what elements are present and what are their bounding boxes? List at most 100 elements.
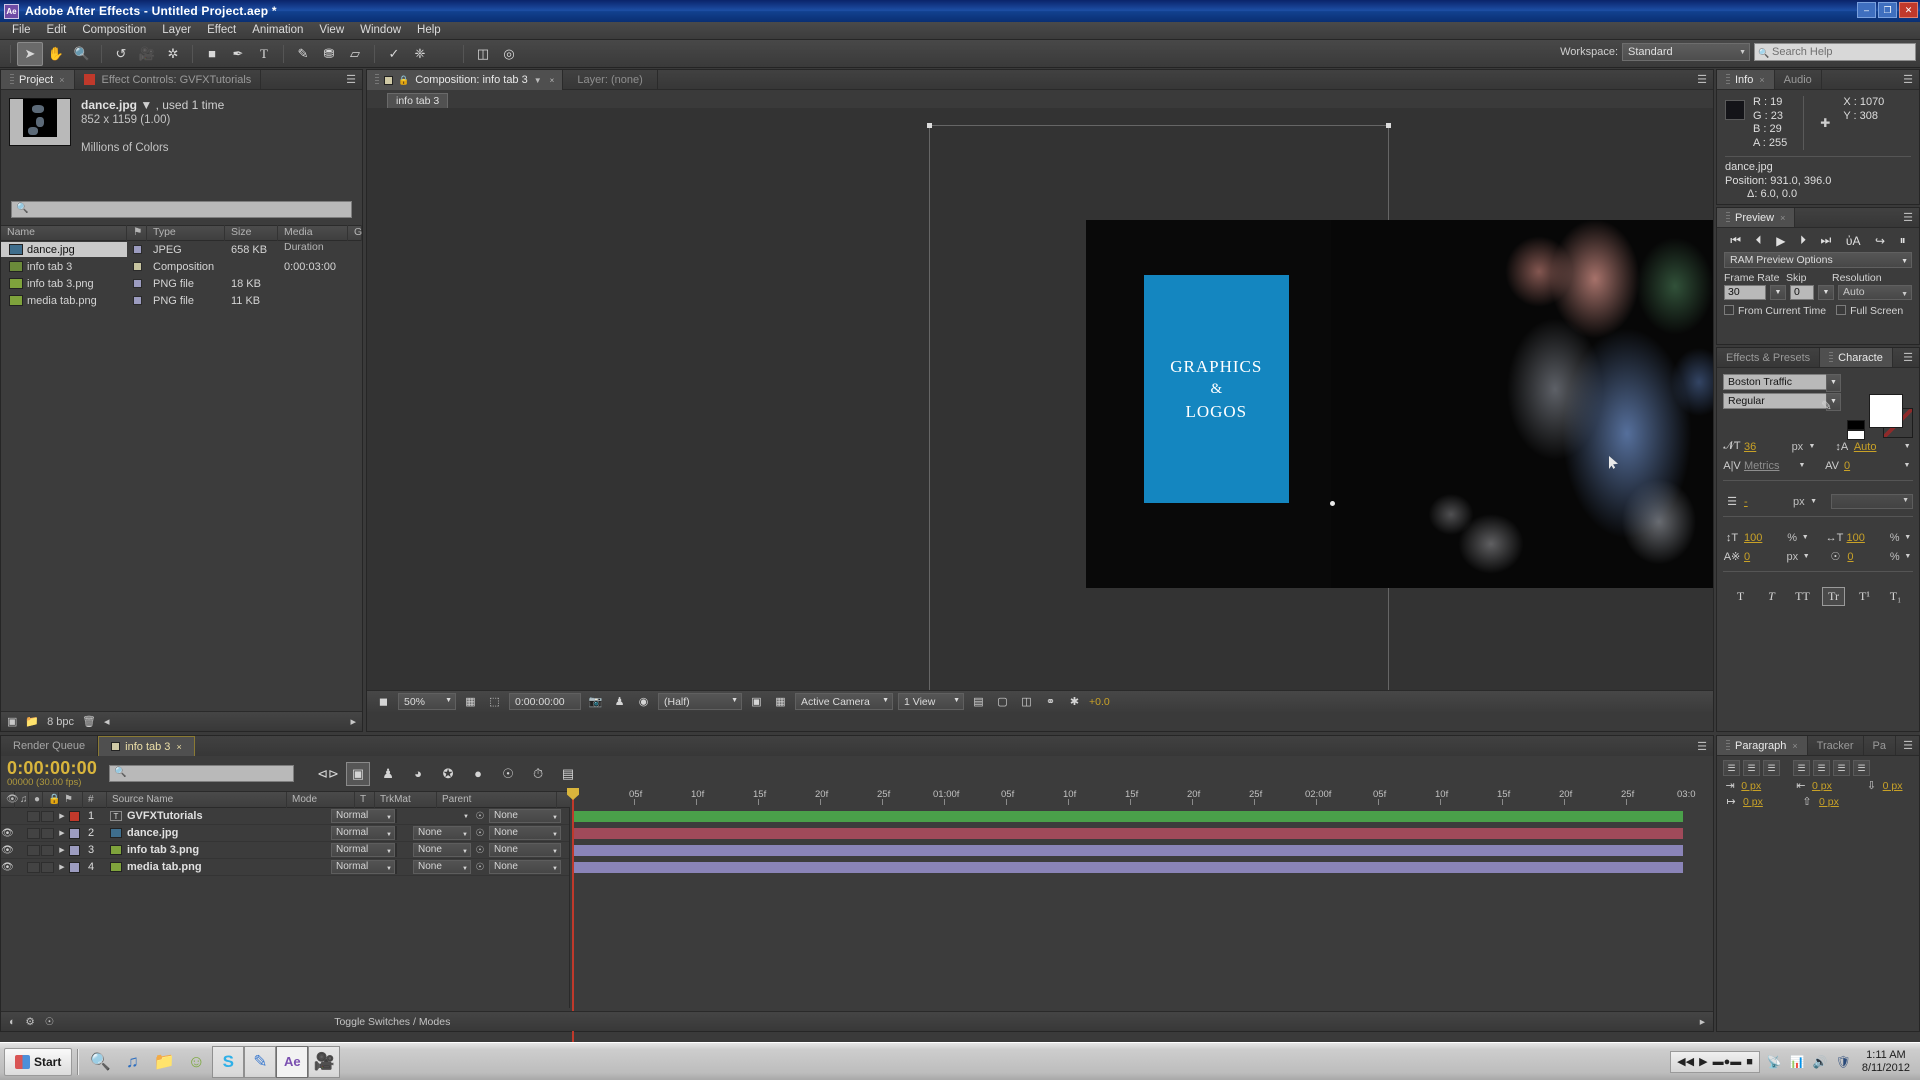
audio-preview-button[interactable]: ὐA (1846, 234, 1861, 248)
horizontal-scale-value[interactable]: 100 (1847, 532, 1887, 544)
horizontal-scale-dropdown-icon[interactable]: ▼ (1903, 534, 1914, 541)
timeline-icon[interactable]: ◫ (1017, 693, 1036, 710)
menu-animation[interactable]: Animation (244, 22, 311, 39)
column-source-name[interactable]: Source Name (107, 792, 287, 808)
lock-icon[interactable]: 🔒 (398, 75, 409, 86)
after-effects-icon[interactable]: Ae (276, 1046, 308, 1078)
hide-shy-layers-icon[interactable]: ♟ (376, 762, 400, 786)
loop-button[interactable]: ↪ (1875, 234, 1885, 248)
layer-mode-select[interactable]: Normal (331, 860, 395, 874)
close-icon[interactable]: × (1759, 75, 1764, 85)
menu-window[interactable]: Window (352, 22, 409, 39)
region-of-interest-icon[interactable]: ⬚ (485, 693, 504, 710)
small-caps-button[interactable]: Tr (1822, 587, 1845, 606)
skype-icon[interactable]: S (212, 1046, 244, 1078)
label-color-swatch[interactable] (69, 845, 80, 856)
solo-toggle-icon[interactable] (27, 811, 40, 822)
row-name-cell[interactable]: info tab 3.png (1, 276, 127, 291)
kerning-value[interactable]: Metrics (1744, 460, 1790, 472)
camera-tool-icon[interactable]: 🎥 (134, 42, 160, 66)
table-row[interactable]: info tab 3 Composition 0:00:03:00 (1, 258, 362, 275)
all-caps-button[interactable]: TT (1791, 587, 1814, 606)
composition-mini-flowchart-icon[interactable]: ⊲⊳ (316, 762, 340, 786)
interpret-footage-icon[interactable]: ▣ (7, 715, 17, 728)
layer-bar[interactable] (573, 845, 1683, 856)
tracking-value[interactable]: 0 (1844, 460, 1890, 472)
pan-behind-tool-icon[interactable]: ✲ (160, 42, 186, 66)
parent-pickwhip-icon[interactable]: ☉ (471, 811, 489, 822)
row-name-cell[interactable]: dance.jpg (1, 242, 127, 257)
tab-info[interactable]: Info × (1717, 70, 1775, 89)
zoom-level-select[interactable]: 50% (398, 693, 456, 710)
font-family-select[interactable]: Boston Traffic (1723, 374, 1841, 390)
eyedropper-icon[interactable]: ✎ (1821, 398, 1832, 414)
column-media-duration[interactable]: Media Duration (278, 225, 348, 241)
expand-triangle-icon[interactable]: ▶ (55, 812, 69, 820)
kerning-dropdown-icon[interactable]: ▼ (1796, 462, 1808, 469)
table-row[interactable]: 👁 ▶ 3 info tab 3.png Normal None ☉ None (1, 842, 569, 859)
channel-rgb-icon[interactable]: ◉ (634, 693, 653, 710)
exposure-value[interactable]: +0.0 (1089, 696, 1110, 708)
tab-character[interactable]: Characte (1820, 348, 1893, 367)
menu-edit[interactable]: Edit (39, 22, 75, 39)
tsume-dropdown-icon[interactable]: ▼ (1903, 553, 1913, 560)
current-time-field[interactable]: 0:00:00:00 (509, 693, 581, 710)
font-size-dropdown-icon[interactable]: ▼ (1806, 443, 1818, 450)
parent-pickwhip-icon[interactable]: ☉ (471, 828, 489, 839)
layer-bar[interactable] (573, 828, 1683, 839)
menu-layer[interactable]: Layer (154, 22, 199, 39)
frame-rate-input[interactable]: 30 (1724, 285, 1766, 300)
row-label-swatch-wrap[interactable] (127, 296, 147, 305)
layer-bar[interactable] (573, 862, 1683, 873)
table-row[interactable]: ▶ 1 T GVFXTutorials Normal ☉ None (1, 808, 569, 825)
tsume-value[interactable]: 0 (1847, 551, 1887, 563)
graph-editor-footer-icon[interactable]: ☉ (45, 1016, 54, 1028)
tab-pa[interactable]: Pa (1864, 736, 1896, 755)
tab-timeline-comp[interactable]: info tab 3 × (98, 736, 195, 756)
ram-preview-button[interactable]: ⏸ (1900, 233, 1906, 248)
space-before-value[interactable]: 0 px (1883, 780, 1913, 792)
column-size[interactable]: Size (225, 225, 278, 241)
stroke-style-select[interactable] (1831, 494, 1913, 509)
column-t[interactable]: T (355, 792, 375, 808)
graph-editor-icon[interactable]: ☉ (496, 762, 520, 786)
play-button[interactable]: ▶ (1776, 234, 1785, 248)
workspace-select[interactable]: Standard (1622, 43, 1750, 61)
label-color-swatch[interactable] (69, 862, 80, 873)
expand-triangle-icon[interactable]: ▶ (55, 829, 69, 837)
tab-audio[interactable]: Audio (1775, 70, 1822, 89)
column-trkmat[interactable]: TrkMat (375, 792, 437, 808)
video-toggle-icon[interactable]: 👁 (1, 862, 14, 873)
skip-input[interactable]: 0 (1790, 285, 1814, 300)
solo-toggle-icon[interactable] (27, 845, 40, 856)
region-of-interest-toggle-icon[interactable]: ▣ (747, 693, 766, 710)
brush-tool-icon[interactable]: ✎ (290, 42, 316, 66)
expand-collapse-icon[interactable]: ◐ (9, 1016, 15, 1028)
row-name-cell[interactable]: info tab 3 (1, 259, 127, 274)
project-search-input[interactable]: 🔍 (11, 201, 352, 218)
layer-parent-select[interactable]: None (489, 860, 561, 874)
justify-last-right-icon[interactable]: ☰ (1833, 760, 1850, 776)
start-button[interactable]: Start (4, 1048, 72, 1076)
close-icon[interactable]: × (59, 75, 64, 85)
composition-panel-menu-icon[interactable]: ☰ (1691, 70, 1713, 89)
space-after-value[interactable]: 0 px (1819, 796, 1853, 808)
explorer-icon[interactable]: 📁 (148, 1046, 180, 1078)
lock-toggle-icon[interactable] (41, 811, 54, 822)
expand-triangle-icon[interactable]: ▶ (55, 863, 69, 871)
parent-pickwhip-icon[interactable]: ☉ (471, 845, 489, 856)
exposure-reset-icon[interactable]: ✱ (1065, 693, 1084, 710)
camera-select[interactable]: Active Camera (795, 693, 893, 710)
full-screen-checkbox[interactable]: Full Screen (1836, 305, 1903, 317)
snapshot-icon[interactable]: 📷 (586, 693, 605, 710)
transparency-grid-icon[interactable]: ▦ (771, 693, 790, 710)
parent-pickwhip-icon[interactable]: ☉ (471, 862, 489, 873)
stop-icon[interactable]: ■ (1746, 1056, 1753, 1068)
footer-right-arrow-icon[interactable]: ▸ (350, 715, 356, 728)
delete-icon[interactable]: 🗑 (82, 715, 96, 728)
column-type[interactable]: Type (147, 225, 225, 241)
close-icon[interactable]: × (550, 76, 555, 85)
tab-render-queue[interactable]: Render Queue (1, 736, 98, 756)
tab-project[interactable]: Project × (1, 70, 75, 89)
resolution-select[interactable]: (Half) (658, 693, 742, 710)
